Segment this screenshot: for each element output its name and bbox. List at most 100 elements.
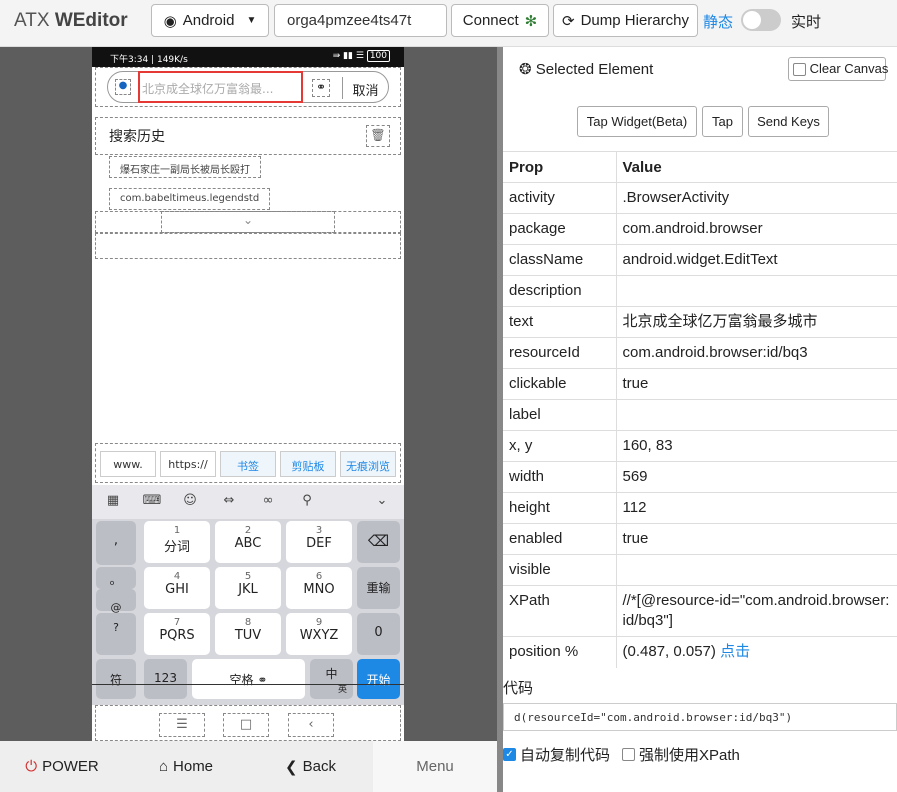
history-title: 搜索历史 xyxy=(109,129,165,145)
table-row: activity .BrowserActivity xyxy=(503,182,897,214)
trash-icon[interactable]: 🗑 xyxy=(366,125,390,147)
table-row: XPath//*[@resource-id="com.android.brows… xyxy=(503,585,897,637)
key-1[interactable]: 1 分词 xyxy=(144,521,210,563)
quick-key-bookmarks[interactable]: 书签 xyxy=(220,451,276,477)
key-2[interactable]: 2 ABC xyxy=(215,521,281,563)
emoji-icon[interactable]: ☺ xyxy=(180,493,200,511)
tap-button[interactable]: Tap xyxy=(702,106,743,137)
target-icon: ❂ xyxy=(519,61,532,78)
go-key[interactable]: 开始 xyxy=(357,659,400,699)
key-label: 0 xyxy=(374,625,383,640)
key-letters: WXYZ xyxy=(299,628,339,643)
key-period[interactable]: 。 xyxy=(96,567,136,589)
prop-value: //*[@resource-id="com.android.browser:id… xyxy=(616,585,897,637)
position-value-cell: (0.487, 0.057) 点击 xyxy=(616,636,897,668)
history-chip[interactable]: com.babeltimeus.legendstd xyxy=(109,188,271,210)
prop-value xyxy=(616,275,897,307)
mode-static-label: 静态 xyxy=(703,14,734,31)
table-row: position % (0.487, 0.057) 点击 xyxy=(503,636,897,668)
numbers-key[interactable]: 123 xyxy=(144,659,187,699)
link-icon[interactable]: ∞ xyxy=(258,493,278,511)
key-digit: 9 xyxy=(315,617,323,628)
key-8[interactable]: 8 TUV xyxy=(215,613,281,655)
key-comma[interactable]: , xyxy=(96,521,136,565)
search-icon[interactable]: ⚲ xyxy=(297,493,317,511)
key-digit: 1 xyxy=(173,525,181,536)
status-icons: ⇛ ▮▮ ☰ 100 xyxy=(333,50,390,62)
dump-hierarchy-button[interactable]: ⟳ Dump Hierarchy xyxy=(553,4,698,37)
prop-name: width xyxy=(503,461,617,493)
key-0[interactable]: 0 xyxy=(357,613,400,655)
back-chevron-icon[interactable]: ‹ xyxy=(288,713,334,737)
key-letters: TUV xyxy=(234,628,262,643)
device-id-input[interactable] xyxy=(274,4,447,37)
tap-widget-label: Tap Widget(Beta) xyxy=(586,114,688,129)
key-digit: 6 xyxy=(315,571,323,582)
key-question[interactable]: ? xyxy=(96,613,136,655)
platform-dropdown[interactable]: ◉ Android ▼ xyxy=(151,4,269,37)
reenter-key[interactable]: 重输 xyxy=(357,567,400,609)
live-mode-toggle[interactable] xyxy=(741,9,781,31)
home-icon: ⌂ xyxy=(158,758,169,775)
key-label: ? xyxy=(113,621,119,634)
lang-switch-key[interactable]: 中英 xyxy=(310,659,353,699)
key-5[interactable]: 5 JKL xyxy=(215,567,281,609)
position-click-link[interactable]: 点击 xyxy=(720,643,750,660)
home-square-icon[interactable]: □ xyxy=(223,713,269,737)
menu-icon[interactable]: ☰ xyxy=(159,713,205,737)
clear-canvas-checkbox[interactable] xyxy=(793,63,806,77)
key-label: 。 xyxy=(109,573,123,588)
auto-copy-checkbox[interactable]: ✓ xyxy=(503,748,516,761)
chevron-down-icon[interactable]: ⌄ xyxy=(372,493,392,511)
quick-key-https[interactable]: https:// xyxy=(160,451,216,477)
space-key[interactable]: 空格 ⚭ xyxy=(192,659,305,699)
table-row: package com.android.browser xyxy=(503,213,897,245)
code-field[interactable]: d(resourceId="com.android.browser:id/bq3… xyxy=(503,703,897,731)
symbols-key[interactable]: 符 xyxy=(96,659,136,699)
key-6[interactable]: 6 MNO xyxy=(286,567,352,609)
prop-name: XPath xyxy=(503,585,617,637)
mic-icon[interactable]: ⚭ xyxy=(312,79,330,97)
home-button[interactable]: ⌂ Home xyxy=(124,741,248,792)
clear-canvas-button[interactable]: Clear Canvas xyxy=(788,57,888,81)
key-at[interactable]: @ xyxy=(96,589,136,614)
key-7[interactable]: 7 PQRS xyxy=(144,613,210,655)
send-keys-label: Send Keys xyxy=(757,114,820,129)
key-digit: 8 xyxy=(244,617,252,628)
table-row: className android.widget.EditText xyxy=(503,244,897,276)
cursor-icon[interactable]: ⇔ xyxy=(219,493,239,511)
home-label: Home xyxy=(173,758,214,775)
plug-icon: ✻ xyxy=(524,12,538,30)
key-letters: PQRS xyxy=(159,628,195,643)
quick-key-label: 无痕浏览 xyxy=(346,460,390,473)
backspace-icon[interactable]: ⌫ xyxy=(357,521,400,563)
key-4[interactable]: 4 GHI xyxy=(144,567,210,609)
history-chip-label: 爆石家庄一副局长被局长殴打 xyxy=(120,165,250,176)
keyboard-icon[interactable]: ⌨ xyxy=(142,493,162,511)
quick-key-www[interactable]: www. xyxy=(100,451,156,477)
paw-icon[interactable]: ● xyxy=(115,79,131,95)
chevron-down-icon[interactable]: ⌄ xyxy=(237,213,259,231)
force-xpath-checkbox[interactable] xyxy=(622,748,636,761)
quick-key-clipboard[interactable]: 剪贴板 xyxy=(280,451,336,477)
key-3[interactable]: 3 DEF xyxy=(286,521,352,563)
key-digit: 3 xyxy=(315,525,323,536)
quick-key-incognito[interactable]: 无痕浏览 xyxy=(340,451,396,477)
prop-name: height xyxy=(503,492,617,524)
back-button[interactable]: ❮ Back xyxy=(248,741,373,792)
key-9[interactable]: 9 WXYZ xyxy=(286,613,352,655)
search-input[interactable]: 北京成全球亿万富翁最... xyxy=(138,71,303,103)
power-button[interactable]: ⏻ POWER xyxy=(0,741,124,792)
prop-value: com.android.browser:id/bq3 xyxy=(616,337,897,369)
connect-button[interactable]: Connect ✻ xyxy=(451,4,549,37)
prop-value: 569 xyxy=(616,461,897,493)
position-value: (0.487, 0.057) xyxy=(622,643,716,660)
menu-button[interactable]: Menu xyxy=(373,741,497,792)
tap-widget-button[interactable]: Tap Widget(Beta) xyxy=(577,106,697,137)
prop-name: x, y xyxy=(503,430,617,462)
history-chip[interactable]: 爆石家庄一副局长被局长殴打 xyxy=(109,156,261,178)
grid-icon[interactable]: ▦ xyxy=(103,493,123,511)
send-keys-button[interactable]: Send Keys xyxy=(748,106,829,137)
device-screenshot[interactable]: 下午3:34 | 149K/s ⇛ ▮▮ ☰ 100 ● 北京成全球亿万富翁最.… xyxy=(92,47,404,741)
cancel-button[interactable]: 取消 xyxy=(342,77,388,99)
